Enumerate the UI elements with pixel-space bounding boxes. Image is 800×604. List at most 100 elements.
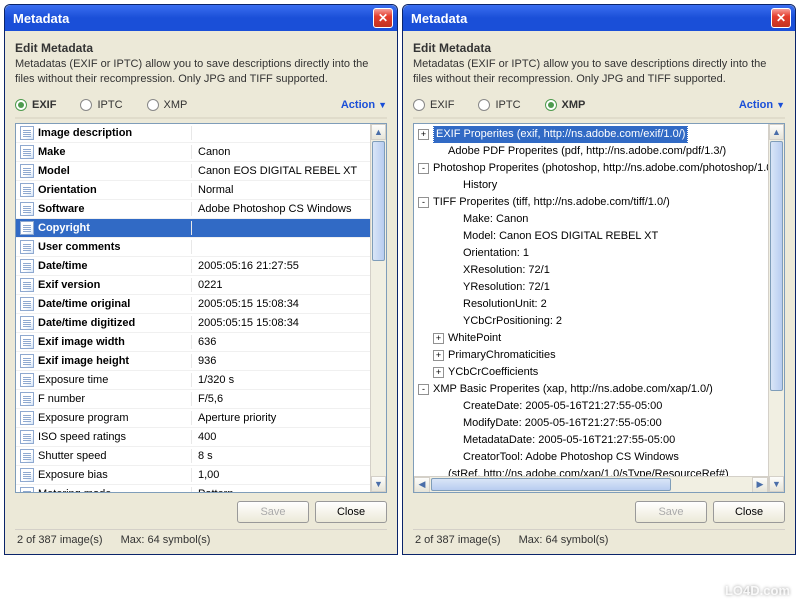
property-row[interactable]: Exif image height936 bbox=[16, 352, 370, 371]
property-row[interactable]: Exif version0221 bbox=[16, 276, 370, 295]
tree-node[interactable]: Adobe PDF Properites (pdf, http://ns.ado… bbox=[414, 143, 768, 160]
tab-iptc[interactable]: IPTC bbox=[478, 99, 520, 111]
close-button[interactable]: Close bbox=[713, 501, 785, 523]
tree-node[interactable]: +PrimaryChromaticities bbox=[414, 347, 768, 364]
property-row[interactable]: Metering modePattern bbox=[16, 485, 370, 493]
property-row[interactable]: ModelCanon EOS DIGITAL REBEL XT bbox=[16, 162, 370, 181]
property-row[interactable]: Date/time original2005:05:15 15:08:34 bbox=[16, 295, 370, 314]
tree-node[interactable]: ResolutionUnit: 2 bbox=[414, 296, 768, 313]
close-icon[interactable]: ✕ bbox=[771, 8, 791, 28]
scroll-up-icon[interactable]: ▲ bbox=[371, 124, 386, 140]
tab-xmp[interactable]: XMP bbox=[545, 99, 586, 111]
vertical-scrollbar[interactable]: ▲ ▼ bbox=[370, 124, 386, 492]
property-row[interactable]: Date/time2005:05:16 21:27:55 bbox=[16, 257, 370, 276]
tree-node[interactable]: -Photoshop Properites (photoshop, http:/… bbox=[414, 160, 768, 177]
tab-iptc[interactable]: IPTC bbox=[80, 99, 122, 111]
property-row[interactable]: Exposure time1/320 s bbox=[16, 371, 370, 390]
scroll-thumb[interactable] bbox=[372, 141, 385, 261]
scroll-down-icon[interactable]: ▼ bbox=[769, 476, 784, 492]
close-button[interactable]: Close bbox=[315, 501, 387, 523]
tree-node[interactable]: +EXIF Properites (exif, http://ns.adobe.… bbox=[414, 126, 768, 143]
property-row[interactable]: MakeCanon bbox=[16, 143, 370, 162]
tree-node[interactable]: +WhitePoint bbox=[414, 330, 768, 347]
property-key: Exposure time bbox=[16, 373, 192, 387]
property-value[interactable]: Canon EOS DIGITAL REBEL XT bbox=[192, 165, 370, 177]
action-menu[interactable]: Action ▼ bbox=[341, 99, 387, 111]
property-value[interactable]: 2005:05:15 15:08:34 bbox=[192, 298, 370, 310]
action-menu[interactable]: Action ▼ bbox=[739, 99, 785, 111]
property-value[interactable]: F/5,6 bbox=[192, 393, 370, 405]
page-description: Metadatas (EXIF or IPTC) allow you to sa… bbox=[15, 57, 387, 87]
tree-node[interactable]: Orientation: 1 bbox=[414, 245, 768, 262]
expand-icon[interactable]: + bbox=[433, 350, 444, 361]
tree-node[interactable]: +YCbCrCoefficients bbox=[414, 364, 768, 381]
expand-icon[interactable]: + bbox=[433, 333, 444, 344]
property-value[interactable]: Canon bbox=[192, 146, 370, 158]
tree-node[interactable]: CreateDate: 2005-05-16T21:27:55-05:00 bbox=[414, 398, 768, 415]
property-row[interactable]: Date/time digitized 2005:05:15 15:08:34 bbox=[16, 314, 370, 333]
tree-node[interactable]: CreatorTool: Adobe Photoshop CS Windows bbox=[414, 449, 768, 466]
tree-node[interactable]: Make: Canon bbox=[414, 211, 768, 228]
close-icon[interactable]: ✕ bbox=[373, 8, 393, 28]
property-row[interactable]: Exposure bias 1,00 bbox=[16, 466, 370, 485]
titlebar[interactable]: Metadata ✕ bbox=[5, 5, 397, 31]
horizontal-scrollbar[interactable]: ◀ ▶ bbox=[414, 476, 768, 492]
scroll-up-icon[interactable]: ▲ bbox=[769, 124, 784, 140]
property-row[interactable]: Shutter speed8 s bbox=[16, 447, 370, 466]
property-value[interactable]: 400 bbox=[192, 431, 370, 443]
property-row[interactable]: Copyright bbox=[16, 219, 370, 238]
collapse-icon[interactable]: - bbox=[418, 163, 429, 174]
property-value[interactable]: 8 s bbox=[192, 450, 370, 462]
save-button[interactable]: Save bbox=[237, 501, 309, 523]
tree-node[interactable]: XResolution: 72/1 bbox=[414, 262, 768, 279]
tree-node[interactable]: ModifyDate: 2005-05-16T21:27:55-05:00 bbox=[414, 415, 768, 432]
property-row[interactable]: SoftwareAdobe Photoshop CS Windows bbox=[16, 200, 370, 219]
scroll-down-icon[interactable]: ▼ bbox=[371, 476, 386, 492]
property-value[interactable]: 2005:05:15 15:08:34 bbox=[192, 317, 370, 329]
vertical-scrollbar[interactable]: ▲ ▼ bbox=[768, 124, 784, 492]
tree-node[interactable]: -XMP Basic Properites (xap, http://ns.ad… bbox=[414, 381, 768, 398]
property-value[interactable]: 1,00 bbox=[192, 469, 370, 481]
tab-xmp[interactable]: XMP bbox=[147, 99, 188, 111]
tree-node[interactable]: YCbCrPositioning: 2 bbox=[414, 313, 768, 330]
property-key: Date/time original bbox=[16, 297, 192, 311]
collapse-icon[interactable]: - bbox=[418, 197, 429, 208]
collapse-icon[interactable]: - bbox=[418, 384, 429, 395]
tree-node[interactable]: Model: Canon EOS DIGITAL REBEL XT bbox=[414, 228, 768, 245]
tab-exif[interactable]: EXIF bbox=[15, 99, 56, 111]
property-row[interactable]: Exposure programAperture priority bbox=[16, 409, 370, 428]
property-row[interactable]: ISO speed ratings400 bbox=[16, 428, 370, 447]
property-value[interactable]: 2005:05:16 21:27:55 bbox=[192, 260, 370, 272]
expand-icon[interactable]: + bbox=[418, 129, 429, 140]
scroll-right-icon[interactable]: ▶ bbox=[752, 477, 768, 493]
property-key: Software bbox=[16, 202, 192, 216]
property-row[interactable]: Exif image width636 bbox=[16, 333, 370, 352]
scroll-thumb[interactable] bbox=[431, 478, 671, 491]
tree-node[interactable]: YResolution: 72/1 bbox=[414, 279, 768, 296]
property-value[interactable]: 1/320 s bbox=[192, 374, 370, 386]
property-value[interactable]: 0221 bbox=[192, 279, 370, 291]
property-value[interactable]: 936 bbox=[192, 355, 370, 367]
property-row[interactable]: OrientationNormal bbox=[16, 181, 370, 200]
scroll-left-icon[interactable]: ◀ bbox=[414, 477, 430, 493]
save-button[interactable]: Save bbox=[635, 501, 707, 523]
tree-node-label: Orientation: 1 bbox=[463, 245, 529, 262]
scroll-thumb[interactable] bbox=[770, 141, 783, 391]
property-value[interactable]: Aperture priority bbox=[192, 412, 370, 424]
property-row[interactable]: F numberF/5,6 bbox=[16, 390, 370, 409]
titlebar[interactable]: Metadata ✕ bbox=[403, 5, 795, 31]
tree-node[interactable]: History bbox=[414, 177, 768, 194]
tab-exif[interactable]: EXIF bbox=[413, 99, 454, 111]
property-row[interactable]: User comments bbox=[16, 238, 370, 257]
tree-node[interactable]: -TIFF Properites (tiff, http://ns.adobe.… bbox=[414, 194, 768, 211]
expand-icon[interactable]: + bbox=[433, 367, 444, 378]
property-value[interactable]: Pattern bbox=[192, 488, 370, 493]
property-value[interactable]: Normal bbox=[192, 184, 370, 196]
property-key: Copyright bbox=[16, 221, 192, 235]
property-key-text: Date/time digitized bbox=[38, 317, 135, 329]
tree-node-label: ResolutionUnit: 2 bbox=[463, 296, 547, 313]
property-row[interactable]: Image description bbox=[16, 124, 370, 143]
tree-node[interactable]: MetadataDate: 2005-05-16T21:27:55-05:00 bbox=[414, 432, 768, 449]
property-value[interactable]: 636 bbox=[192, 336, 370, 348]
property-value[interactable]: Adobe Photoshop CS Windows bbox=[192, 203, 370, 215]
